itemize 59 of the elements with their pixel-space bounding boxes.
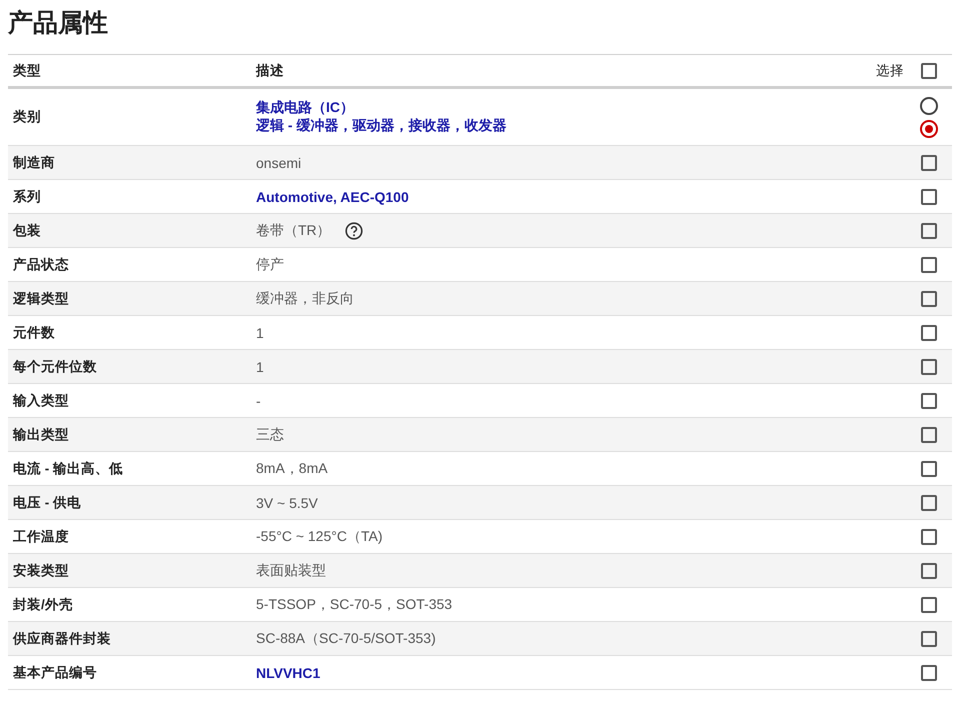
property-value: 1 [256,324,264,340]
checkbox[interactable] [921,664,937,680]
property-value: -55°C ~ 125°C（TA) [256,528,382,546]
property-name: 逻辑类型 [12,290,70,308]
checkbox[interactable] [921,528,937,544]
checkbox[interactable] [921,392,937,408]
column-header: 选择 [876,62,905,80]
checkbox[interactable] [921,222,937,238]
property-name: 类别 [12,108,42,126]
checkbox[interactable] [921,256,937,272]
checkbox[interactable] [921,358,937,374]
property-name: 系列 [12,188,42,206]
property-value: 缓冲器，非反向 [256,290,354,308]
property-name: 安装类型 [12,562,70,580]
property-value: 卷带（TR） [256,222,331,240]
help-icon[interactable] [344,222,363,240]
property-value: 1 [256,358,264,374]
column-header: 描述 [256,62,285,80]
column-header: 类型 [12,62,42,80]
value-link[interactable]: Automotive, AEC-Q100 [256,188,409,204]
property-value: 三态 [256,426,284,444]
property-name: 包装 [12,222,42,240]
property-name: 基本产品编号 [12,664,98,682]
property-value: - [256,392,261,408]
checkbox[interactable] [921,154,937,170]
checkbox[interactable] [921,630,937,646]
checkbox[interactable] [921,596,937,612]
property-name: 电流 - 输出高、低 [12,460,124,478]
property-name: 元件数 [12,324,56,342]
page-title: 产品属性 [8,8,109,39]
property-name: 制造商 [12,154,56,172]
category-link[interactable]: 集成电路（IC） [256,99,906,117]
property-value: 3V ~ 5.5V [256,494,318,510]
property-name: 电压 - 供电 [12,494,82,512]
property-name: 产品状态 [12,256,70,274]
checkbox[interactable] [921,426,937,442]
checkbox[interactable] [921,188,937,204]
property-name: 输入类型 [12,392,70,410]
property-value: SC-88A（SC-70-5/SOT-353) [256,630,436,648]
property-value: 5-TSSOP，SC-70-5，SOT-353 [256,596,452,614]
value-link[interactable]: NLVVHC1 [256,664,320,680]
checkbox[interactable] [921,290,937,306]
checkbox[interactable] [921,562,937,578]
property-value: onsemi [256,154,302,170]
property-name: 输出类型 [12,426,70,444]
property-value: 8mA，8mA [256,460,328,478]
checkbox[interactable] [921,460,937,476]
radio-button[interactable] [920,120,938,138]
select-all-checkbox[interactable] [921,62,937,78]
property-value: 停产 [256,256,284,274]
checkbox[interactable] [921,494,937,510]
property-value: 表面贴装型 [256,562,326,580]
category-link[interactable]: 逻辑 - 缓冲器，驱动器，接收器，收发器 [256,117,906,135]
radio-button[interactable] [920,96,938,114]
property-name: 封装/外壳 [12,596,74,614]
property-name: 每个元件位数 [12,358,98,376]
checkbox[interactable] [921,324,937,340]
property-name: 供应商器件封装 [12,630,112,648]
property-name: 工作温度 [12,528,70,546]
